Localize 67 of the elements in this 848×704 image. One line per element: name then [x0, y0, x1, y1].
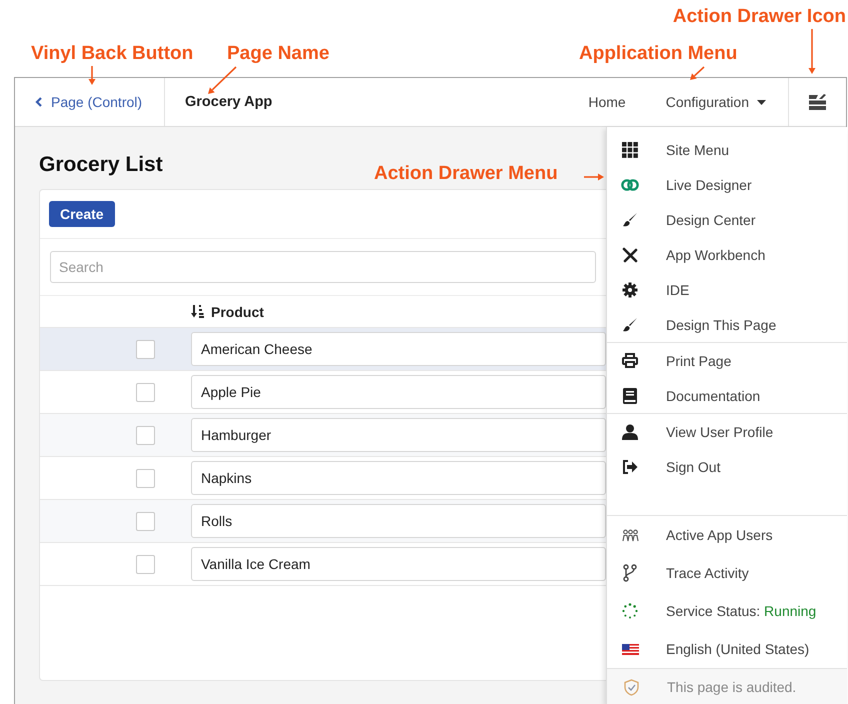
shield-check-icon: [624, 678, 638, 696]
table-row[interactable]: Vanilla Ice Cream: [40, 543, 606, 586]
annotation-label: Action Drawer Menu: [374, 162, 558, 186]
search-field[interactable]: Search: [50, 251, 596, 283]
drawer-menu-item[interactable]: IDE: [607, 272, 847, 307]
table-row[interactable]: Napkins: [40, 457, 606, 500]
flag-icon: [622, 644, 638, 654]
drawer-menu-item[interactable]: English (United States): [607, 630, 847, 668]
annotation-label: Application Menu: [579, 42, 738, 66]
column-header[interactable]: Product: [191, 304, 264, 320]
rings-icon: [621, 178, 639, 190]
audit-notice: This page is audited.: [667, 679, 796, 695]
gear-icon: [622, 282, 638, 298]
drawer-menu-item[interactable]: Design Center: [607, 202, 847, 237]
annotation-arrow: [690, 66, 705, 80]
table-row[interactable]: Hamburger: [40, 414, 606, 457]
drawer-menu-item[interactable]: Documentation: [607, 378, 847, 413]
annotation-arrow: [584, 174, 604, 180]
checkbox[interactable]: [136, 382, 155, 402]
printer-icon: [622, 353, 638, 368]
drawer-menu-item[interactable]: Active App Users: [607, 516, 847, 554]
drawer-menu-item[interactable]: View User Profile: [607, 414, 847, 449]
nav-link[interactable]: Home: [568, 94, 646, 110]
drawer-menu-item[interactable]: Service Status: Running: [607, 592, 847, 630]
drawer-menu-item[interactable]: Trace Activity: [607, 554, 847, 592]
drawer-icon: [809, 94, 826, 110]
drawer-menu-item[interactable]: Site Menu: [607, 132, 847, 167]
checkbox[interactable]: [136, 426, 155, 444]
drawer-menu-item[interactable]: Live Designer: [607, 167, 847, 202]
checkbox[interactable]: [136, 468, 155, 488]
tools-icon: [622, 246, 638, 262]
grid-icon: [622, 142, 638, 158]
table-row[interactable]: American Cheese: [40, 328, 606, 371]
annotation-label: Action Drawer Icon: [672, 5, 846, 29]
drawer-menu-item[interactable]: Print Page: [607, 343, 847, 378]
book-icon: [623, 388, 637, 404]
drawer-menu-item[interactable]: Sign Out: [607, 449, 847, 484]
chevron-left-icon: [35, 97, 42, 107]
users-icon: [622, 528, 638, 542]
checkbox[interactable]: [136, 512, 155, 530]
annotation-label: Page Name: [227, 42, 330, 66]
table-row[interactable]: Rolls: [40, 500, 606, 543]
annotation-arrow: [208, 66, 237, 94]
sign-out-icon: [622, 460, 638, 474]
drawer-menu-item[interactable]: App Workbench: [607, 237, 847, 272]
product-field[interactable]: Hamburger: [191, 418, 606, 452]
page-title: Grocery List: [39, 153, 163, 176]
annotation-label: Vinyl Back Button: [31, 42, 194, 66]
create-button[interactable]: Create: [49, 201, 115, 227]
annotation-arrow: [88, 66, 96, 85]
drawer-menu-item[interactable]: Design This Page: [607, 307, 847, 342]
product-field[interactable]: Napkins: [191, 461, 606, 495]
brush-icon: [622, 212, 638, 228]
branch-icon: [623, 564, 637, 582]
checkbox[interactable]: [136, 340, 155, 358]
checkbox[interactable]: [136, 554, 155, 574]
product-field[interactable]: American Cheese: [191, 332, 606, 366]
table-row[interactable]: Apple Pie: [40, 371, 606, 414]
page-name: Grocery App: [185, 94, 272, 110]
nav-link[interactable]: Configuration: [646, 94, 786, 110]
product-field[interactable]: Rolls: [191, 504, 606, 538]
product-field[interactable]: Vanilla Ice Cream: [191, 547, 606, 581]
user-icon: [622, 424, 638, 440]
product-field[interactable]: Apple Pie: [191, 375, 606, 409]
spinner-icon: [622, 603, 638, 619]
brush-icon: [622, 316, 638, 332]
annotation-arrow: [808, 29, 816, 74]
